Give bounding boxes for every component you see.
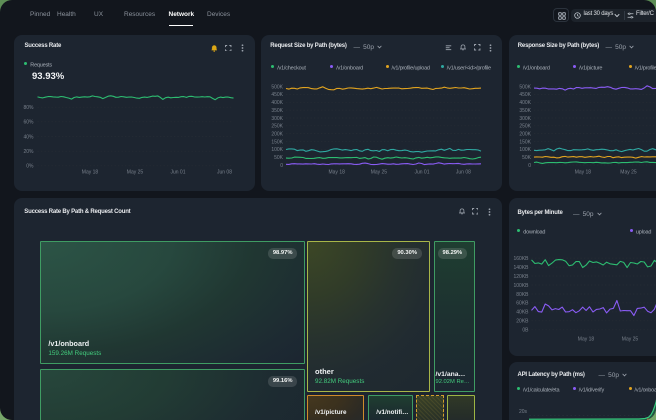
svg-text:120KB: 120KB bbox=[513, 273, 529, 279]
svg-text:350K: 350K bbox=[519, 108, 531, 114]
svg-text:100K: 100K bbox=[519, 147, 531, 153]
svg-text:0: 0 bbox=[528, 163, 531, 169]
svg-text:Jun 01: Jun 01 bbox=[170, 170, 185, 176]
svg-text:May 18: May 18 bbox=[577, 336, 594, 342]
svg-text:200K: 200K bbox=[271, 131, 283, 137]
svg-text:500K: 500K bbox=[519, 84, 531, 90]
svg-text:60%: 60% bbox=[23, 120, 34, 126]
svg-text:350K: 350K bbox=[271, 108, 283, 114]
svg-text:May 25: May 25 bbox=[621, 336, 638, 342]
svg-text:20KB: 20KB bbox=[516, 318, 529, 324]
svg-text:May 18: May 18 bbox=[328, 170, 345, 176]
svg-text:May 18: May 18 bbox=[574, 170, 591, 176]
svg-text:140KB: 140KB bbox=[513, 264, 529, 270]
svg-text:100K: 100K bbox=[271, 147, 283, 153]
svg-text:80%: 80% bbox=[23, 105, 34, 111]
svg-text:20%: 20% bbox=[23, 149, 34, 155]
svg-text:50K: 50K bbox=[522, 155, 532, 161]
svg-text:250K: 250K bbox=[519, 124, 531, 130]
svg-text:60KB: 60KB bbox=[516, 300, 529, 306]
svg-text:May 25: May 25 bbox=[126, 170, 143, 176]
svg-text:100KB: 100KB bbox=[513, 282, 529, 288]
svg-text:Jun 08: Jun 08 bbox=[216, 170, 231, 176]
svg-text:May 18: May 18 bbox=[81, 170, 98, 176]
svg-text:450K: 450K bbox=[271, 92, 283, 98]
svg-text:400K: 400K bbox=[519, 100, 531, 106]
svg-text:400K: 400K bbox=[271, 100, 283, 106]
svg-text:0%: 0% bbox=[26, 164, 34, 170]
svg-text:150K: 150K bbox=[519, 139, 531, 145]
svg-text:0: 0 bbox=[280, 163, 283, 169]
svg-text:500K: 500K bbox=[271, 84, 283, 90]
svg-text:May 25: May 25 bbox=[371, 170, 388, 176]
svg-text:Jun 01: Jun 01 bbox=[414, 170, 429, 176]
svg-text:450K: 450K bbox=[519, 92, 531, 98]
svg-text:300K: 300K bbox=[271, 116, 283, 122]
svg-text:50K: 50K bbox=[274, 155, 284, 161]
svg-text:0B: 0B bbox=[522, 327, 529, 333]
svg-text:150K: 150K bbox=[271, 139, 283, 145]
svg-text:300K: 300K bbox=[519, 116, 531, 122]
svg-text:Jun 08: Jun 08 bbox=[456, 170, 471, 176]
svg-text:160KB: 160KB bbox=[513, 255, 529, 261]
svg-text:40KB: 40KB bbox=[516, 309, 529, 315]
svg-text:200K: 200K bbox=[519, 131, 531, 137]
svg-text:80KB: 80KB bbox=[516, 291, 529, 297]
svg-text:250K: 250K bbox=[271, 124, 283, 130]
svg-text:40%: 40% bbox=[23, 134, 34, 140]
svg-text:May 25: May 25 bbox=[620, 170, 637, 176]
svg-text:20s: 20s bbox=[518, 409, 527, 415]
